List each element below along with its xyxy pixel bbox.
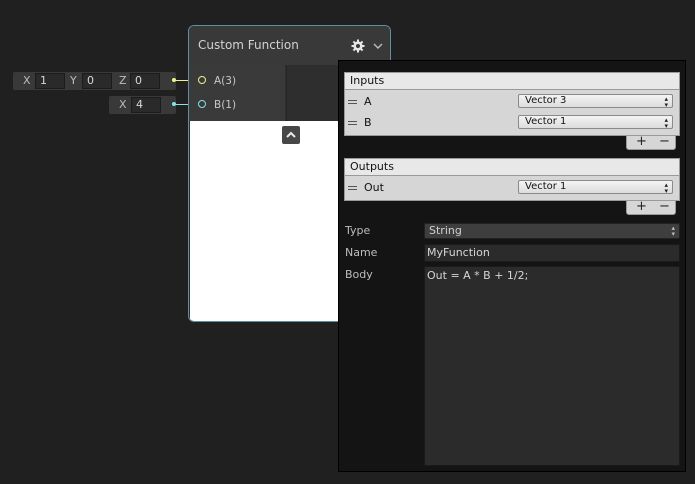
slot-a-label: A(3) bbox=[214, 75, 237, 87]
input-name: A bbox=[364, 95, 372, 108]
input-type-dropdown[interactable]: Vector 1 ▴ ▾ bbox=[518, 115, 673, 130]
node-input-slots: A(3) B(1) bbox=[189, 65, 285, 121]
type-dropdown[interactable]: String ▴ ▾ bbox=[424, 223, 680, 239]
list-item[interactable]: B Vector 1 ▴ ▾ bbox=[345, 113, 679, 133]
dropdown-value: Vector 1 bbox=[525, 116, 567, 127]
dropdown-value: Vector 1 bbox=[525, 181, 567, 192]
slot-a-ring[interactable] bbox=[198, 76, 206, 84]
type-label: Type bbox=[345, 224, 371, 237]
drag-handle-icon[interactable] bbox=[348, 186, 357, 190]
gear-icon[interactable] bbox=[351, 39, 365, 53]
outputs-add-remove: + − bbox=[626, 199, 676, 215]
b-x-field[interactable]: 4 bbox=[131, 97, 161, 113]
y-label: Y bbox=[70, 74, 77, 87]
input-name: B bbox=[364, 116, 372, 129]
x-label: X bbox=[119, 98, 127, 111]
node-preview bbox=[190, 121, 339, 321]
drag-handle-icon[interactable] bbox=[348, 100, 357, 104]
function-body-textarea[interactable]: Out = A * B + 1/2; bbox=[424, 266, 680, 466]
dropdown-value: Vector 3 bbox=[525, 95, 567, 106]
z-label: Z bbox=[119, 74, 127, 87]
chevron-up-icon bbox=[286, 131, 296, 138]
node-title: Custom Function bbox=[198, 38, 299, 52]
slot-b-ring[interactable] bbox=[198, 100, 206, 108]
port-b-input-fields: X 4 bbox=[109, 96, 176, 114]
a-x-field[interactable]: 1 bbox=[35, 73, 65, 89]
outputs-section: Outputs Out Vector 1 ▴ ▾ + − bbox=[344, 158, 680, 218]
dropdown-arrows-icon: ▴ ▾ bbox=[671, 224, 675, 238]
drag-handle-icon[interactable] bbox=[348, 121, 357, 125]
input-type-dropdown[interactable]: Vector 3 ▴ ▾ bbox=[518, 94, 673, 109]
dropdown-arrows-icon: ▴ ▾ bbox=[664, 95, 668, 109]
add-output-button[interactable]: + bbox=[636, 199, 647, 214]
x-label: X bbox=[23, 74, 31, 87]
outputs-list: Out Vector 1 ▴ ▾ bbox=[344, 176, 680, 201]
function-name-field[interactable]: MyFunction bbox=[424, 244, 680, 262]
outputs-header: Outputs bbox=[344, 158, 680, 176]
inputs-section: Inputs A Vector 3 ▴ ▾ B Vector 1 ▴ ▾ + − bbox=[344, 72, 680, 154]
inputs-add-remove: + − bbox=[626, 134, 676, 150]
preview-toggle-button[interactable] bbox=[282, 126, 300, 144]
a-z-field[interactable]: 0 bbox=[130, 73, 160, 89]
list-item[interactable]: Out Vector 1 ▴ ▾ bbox=[345, 178, 679, 198]
output-name: Out bbox=[364, 181, 384, 194]
dropdown-arrows-icon: ▴ ▾ bbox=[664, 181, 668, 195]
type-value: String bbox=[429, 224, 462, 237]
a-y-field[interactable]: 0 bbox=[82, 73, 112, 89]
add-input-button[interactable]: + bbox=[636, 134, 647, 149]
list-item[interactable]: A Vector 3 ▴ ▾ bbox=[345, 92, 679, 112]
chevron-down-icon[interactable] bbox=[373, 42, 383, 50]
dropdown-arrows-icon: ▴ ▾ bbox=[664, 116, 668, 130]
remove-output-button[interactable]: − bbox=[659, 199, 670, 214]
name-label: Name bbox=[345, 246, 378, 259]
port-a-input-fields: X 1 Y 0 Z 0 bbox=[13, 72, 176, 90]
body-label: Body bbox=[345, 268, 373, 281]
node-settings-panel: Inputs A Vector 3 ▴ ▾ B Vector 1 ▴ ▾ + −… bbox=[338, 60, 686, 472]
inputs-header: Inputs bbox=[344, 72, 680, 90]
output-type-dropdown[interactable]: Vector 1 ▴ ▾ bbox=[518, 180, 673, 195]
remove-input-button[interactable]: − bbox=[659, 134, 670, 149]
slot-b-label: B(1) bbox=[214, 99, 237, 111]
inputs-list: A Vector 3 ▴ ▾ B Vector 1 ▴ ▾ bbox=[344, 90, 680, 136]
